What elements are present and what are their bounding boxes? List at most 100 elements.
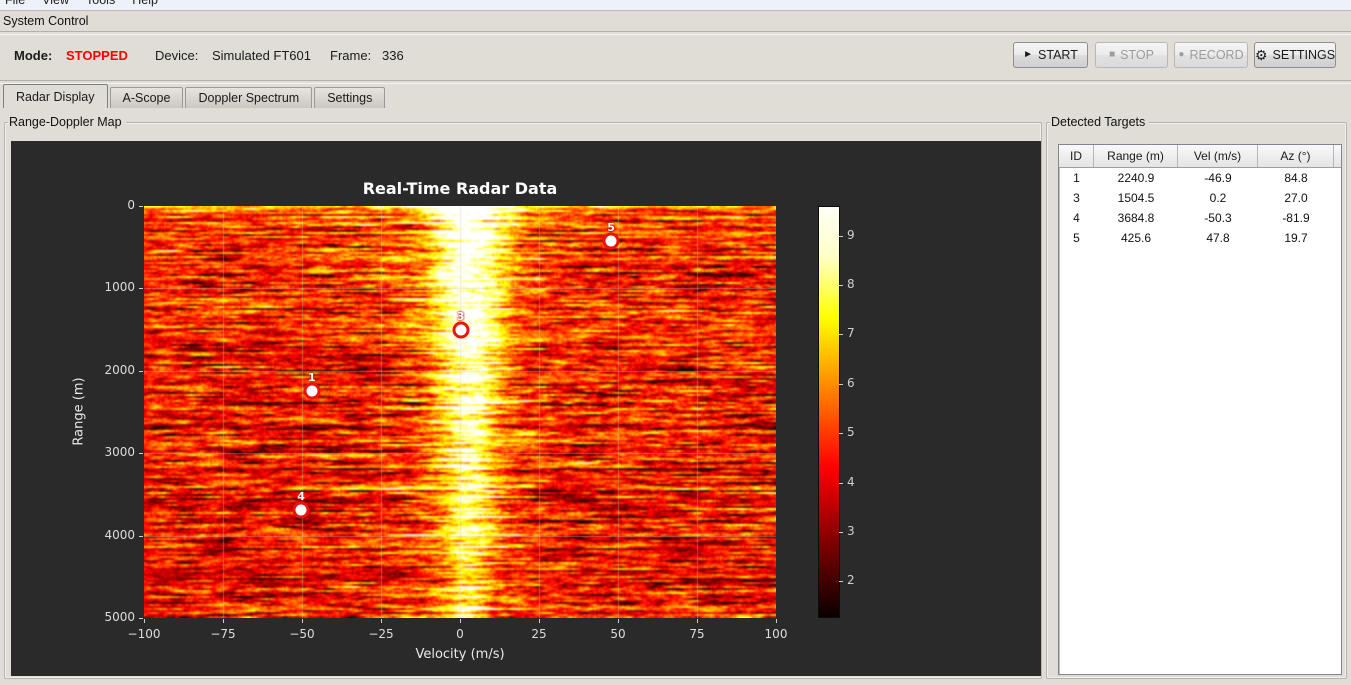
menu-item-help[interactable]: Help [130, 0, 160, 9]
record-button: ● RECORD [1174, 42, 1248, 68]
y-tick-mark [139, 370, 143, 372]
y-tick-label: 3000 [104, 445, 135, 460]
colorbar-tick-mark [839, 482, 843, 484]
x-tick-mark [460, 619, 461, 623]
range-doppler-heatmap [144, 206, 776, 618]
tab-radar-display[interactable]: Radar Display [3, 84, 108, 108]
target-marker-label: 4 [297, 489, 305, 503]
x-tick-label: 25 [531, 627, 547, 641]
stop-button: ■ STOP [1095, 42, 1168, 68]
y-tick-mark [139, 618, 143, 619]
targets-group: Detected Targets ID Range (m) Vel (m/s) Az … [1046, 115, 1347, 679]
column-header-range[interactable]: Range (m) [1094, 145, 1178, 167]
x-tick-mark [618, 619, 619, 623]
tab-bar: Radar Display A-Scope Doppler Spectrum Sett… [3, 84, 387, 108]
target-marker [602, 232, 620, 250]
play-icon: ► [1023, 49, 1034, 60]
menu-item-tools[interactable]: Tools [84, 0, 117, 9]
menu-strip: File View Tools Help [3, 0, 160, 9]
cell-id: 5 [1073, 231, 1080, 245]
mode-label: Mode: [14, 48, 53, 63]
column-header-az[interactable]: Az (°) [1258, 145, 1334, 167]
target-marker [452, 321, 470, 339]
colorbar-tick-mark [839, 581, 843, 583]
targets-table-header: ID Range (m) Vel (m/s) Az (°) [1059, 145, 1341, 168]
cell-id: 3 [1073, 191, 1080, 205]
x-tick-mark [539, 619, 540, 623]
colorbar-tick-mark [839, 433, 843, 435]
colorbar-tick-label: 7 [847, 326, 855, 341]
targets-table-body: 1 2240.9 -46.9 84.8 3 1504.5 0.2 27.0 4 3684.8 -50… [1059, 168, 1341, 248]
cell-range: 1504.5 [1117, 191, 1155, 205]
column-header-filler [1334, 145, 1341, 167]
target-marker [303, 382, 321, 400]
x-tick-mark [223, 619, 224, 623]
y-tick-label: 0 [127, 198, 135, 212]
tab-settings[interactable]: Settings [314, 87, 386, 108]
y-tick-label: 4000 [104, 527, 135, 542]
x-axis-label: Velocity (m/s) [415, 647, 505, 662]
table-row[interactable]: 5 425.6 47.8 19.7 [1059, 228, 1341, 248]
range-doppler-group: Range-Doppler Map Real-Time Radar Data V… [4, 115, 1042, 679]
colorbar-tick-label: 3 [847, 524, 855, 539]
x-tick-label: 75 [689, 627, 705, 641]
cell-id: 1 [1073, 171, 1080, 185]
y-tick-mark [139, 288, 143, 290]
menu-bar: File View Tools Help [0, 0, 1351, 11]
plot-title: Real-Time Radar Data [362, 179, 558, 198]
colorbar-tick-label: 9 [847, 227, 855, 242]
x-tick-label: 0 [456, 627, 464, 641]
colorbar-tick-mark [839, 334, 843, 336]
record-button-label: RECORD [1189, 48, 1244, 62]
frame-value: 336 [382, 48, 404, 63]
settings-button-label: SETTINGS [1272, 48, 1336, 62]
table-row[interactable]: 3 1504.5 0.2 27.0 [1059, 188, 1341, 208]
radar-plot-panel: Real-Time Radar Data Velocity (m/s) Rang… [11, 141, 1041, 676]
x-tick-mark [697, 619, 698, 623]
cell-vel: -46.9 [1204, 171, 1232, 185]
cell-id: 4 [1073, 211, 1080, 225]
table-row[interactable]: 1 2240.9 -46.9 84.8 [1059, 168, 1341, 188]
colorbar-tick-mark [839, 285, 843, 287]
tab-doppler-spectrum[interactable]: Doppler Spectrum [185, 87, 313, 108]
range-doppler-group-label: Range-Doppler Map [8, 115, 126, 129]
cell-az: 27.0 [1284, 191, 1308, 205]
x-tick-label: 100 [764, 627, 788, 641]
cell-vel: 0.2 [1209, 191, 1227, 205]
y-tick-mark [139, 535, 143, 537]
x-tick-label: −25 [368, 627, 394, 641]
start-button-label: START [1038, 48, 1078, 62]
target-marker-label: 5 [607, 221, 615, 235]
y-tick-label: 1000 [104, 280, 135, 295]
column-header-vel[interactable]: Vel (m/s) [1178, 145, 1258, 167]
stop-icon: ■ [1109, 49, 1116, 60]
table-row[interactable]: 4 3684.8 -50.3 -81.9 [1059, 208, 1341, 228]
device-label: Device: [155, 48, 199, 63]
y-tick-label: 5000 [104, 610, 135, 624]
cell-vel: 47.8 [1206, 231, 1230, 245]
cell-range: 3684.8 [1117, 211, 1155, 225]
start-button[interactable]: ► START [1013, 42, 1088, 68]
colorbar-tick-label: 5 [847, 425, 855, 440]
gear-icon: ⚙ [1254, 47, 1268, 63]
colorbar-tick-mark [839, 532, 843, 534]
colorbar-tick-mark [839, 383, 843, 385]
settings-button[interactable]: ⚙ SETTINGS [1254, 42, 1336, 68]
tab-a-scope[interactable]: A-Scope [109, 87, 184, 108]
stop-button-label: STOP [1120, 48, 1154, 62]
system-control-title: System Control [3, 14, 89, 28]
device-value: Simulated FT601 [212, 48, 311, 63]
x-tick-label: −75 [210, 627, 236, 641]
y-tick-mark [139, 453, 143, 455]
mode-value: STOPPED [66, 48, 128, 63]
column-header-id[interactable]: ID [1059, 145, 1094, 167]
y-tick-mark [139, 206, 143, 207]
menu-item-file[interactable]: File [3, 0, 27, 9]
app-window: File View Tools Help System Control Mode: S… [0, 0, 1351, 685]
menu-item-view[interactable]: View [40, 0, 71, 9]
cell-range: 425.6 [1120, 231, 1152, 245]
colorbar [818, 206, 840, 618]
target-marker-label: 1 [307, 370, 316, 384]
colorbar-tick-label: 4 [847, 474, 855, 489]
target-marker [292, 501, 310, 519]
